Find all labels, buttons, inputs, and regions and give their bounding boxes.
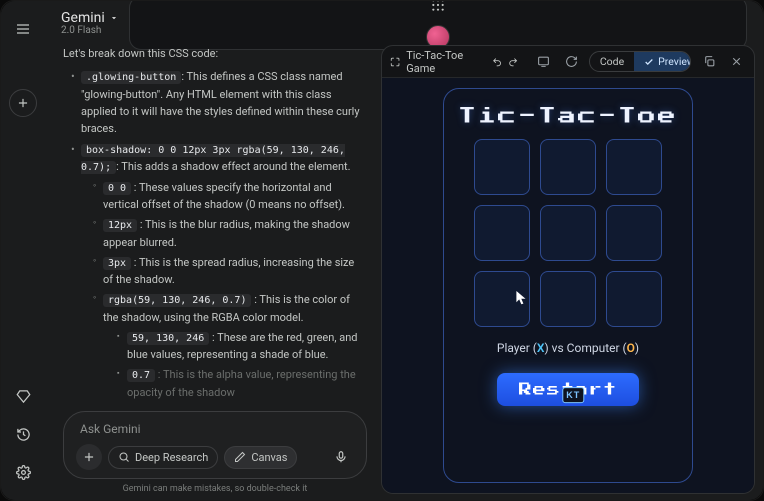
new-chat-button[interactable] [9, 89, 37, 117]
board-cell[interactable] [474, 139, 530, 195]
restart-button[interactable]: Restart KT [497, 373, 639, 406]
add-button[interactable] [76, 444, 102, 470]
list-item: box-shadow: 0 0 12px 3px rgba(59, 130, 2… [71, 141, 367, 401]
intro-text: Let's break down this CSS code: [63, 45, 367, 62]
telescope-icon [118, 451, 130, 463]
canvas-stage: Tic-Tac-Toe [382, 78, 754, 493]
canvas-title: Tic-Tac-Toe Game [406, 49, 482, 75]
pencil-icon [234, 451, 246, 463]
preview-tab[interactable]: Preview [634, 52, 691, 71]
gem-icon[interactable] [9, 382, 37, 410]
game-container: Tic-Tac-Toe [443, 88, 693, 483]
board-cell[interactable] [540, 139, 596, 195]
refresh-icon[interactable] [562, 51, 581, 73]
view-toggle: Code Preview [589, 51, 692, 72]
code-tab[interactable]: Code [590, 52, 634, 71]
canvas-toolbar: Tic-Tac-Toe Game Code [382, 46, 754, 78]
game-board [474, 139, 662, 327]
model-subtitle: 2.0 Flash [61, 25, 119, 36]
deep-research-chip[interactable]: Deep Research [108, 446, 218, 469]
input-bar: Ask Gemini Deep Research Canvas [63, 411, 367, 479]
canvas-panel: Tic-Tac-Toe Game Code [381, 45, 755, 494]
board-cell[interactable] [540, 205, 596, 261]
list-item: 0 0 : These values specify the horizonta… [93, 179, 367, 214]
canvas-chip[interactable]: Canvas [224, 446, 297, 469]
board-cell[interactable] [606, 271, 662, 327]
board-cell[interactable] [474, 205, 530, 261]
board-cell[interactable] [606, 205, 662, 261]
list-item: .glowing-button: This defines a CSS clas… [71, 68, 367, 137]
board-cell[interactable] [606, 139, 662, 195]
list-item: rgba(59, 130, 246, 0.7) : This is the co… [93, 291, 367, 401]
brand-selector[interactable]: Gemini [61, 10, 119, 26]
list-item: 3px : This is the spread radius, increas… [93, 254, 367, 289]
game-status: Player (X) vs Computer (O) [497, 341, 639, 355]
share-icon[interactable] [534, 51, 553, 73]
close-icon[interactable] [727, 51, 746, 73]
list-item: 0.7 : This is the alpha value, represent… [117, 366, 367, 401]
left-rail [1, 1, 45, 500]
list-item: 12px : This is the blur radius, making t… [93, 216, 367, 251]
topbar: Gemini 2.0 Flash [45, 1, 763, 45]
response-content: Let's break down this CSS code: .glowing… [63, 45, 367, 405]
copy-icon[interactable] [699, 51, 718, 73]
board-cell[interactable] [540, 271, 596, 327]
brand-name: Gemini [61, 10, 105, 26]
prompt-input[interactable]: Ask Gemini [74, 420, 356, 442]
game-title: Tic-Tac-Toe [458, 107, 678, 125]
list-item: 59, 130, 246 : These are the red, green,… [117, 329, 367, 364]
check-icon [644, 57, 654, 67]
apps-icon[interactable] [430, 1, 446, 13]
history-icon[interactable] [9, 420, 37, 448]
chevron-down-icon [109, 13, 119, 23]
mic-button[interactable] [328, 444, 354, 470]
board-cell[interactable] [474, 271, 530, 327]
settings-icon[interactable] [9, 458, 37, 486]
undo-icon[interactable] [492, 56, 502, 68]
collapse-icon[interactable] [390, 56, 400, 68]
disclaimer: Gemini can make mistakes, so double-chec… [63, 484, 367, 494]
redo-icon[interactable] [508, 56, 518, 68]
menu-icon[interactable] [9, 15, 37, 43]
